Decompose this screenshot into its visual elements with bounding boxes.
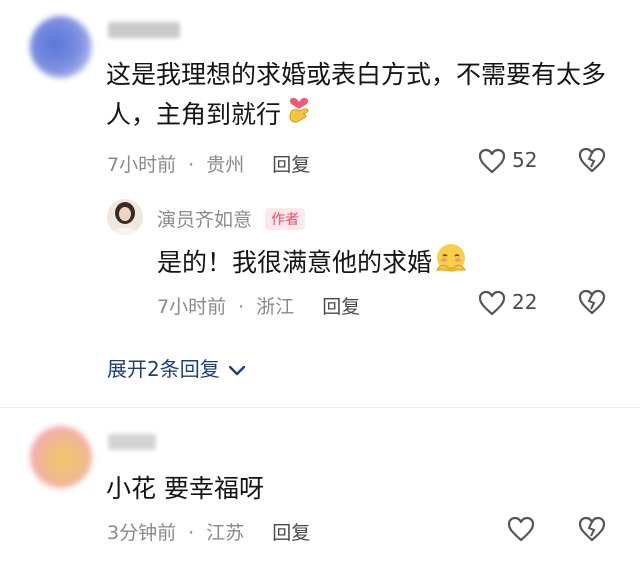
heart-hand-icon (285, 95, 313, 137)
location: 浙江 (256, 296, 295, 318)
heart-icon (478, 290, 506, 320)
heart-icon (507, 516, 535, 546)
author-badge: 作者 (265, 208, 306, 230)
location: 江苏 (206, 522, 245, 544)
comment-text: 小花 要幸福呀 (106, 469, 264, 509)
expand-replies-label: 展开2条回复 (107, 357, 220, 381)
separator: · (188, 154, 195, 176)
like-count: 52 (512, 148, 538, 172)
location: 贵州 (206, 154, 245, 176)
author-name[interactable]: 演员齐如意 (157, 209, 252, 231)
timestamp: 7小时前 (107, 154, 177, 176)
timestamp: 3分钟前 (107, 522, 177, 544)
username-blurred[interactable] (108, 22, 180, 38)
like-count: 22 (512, 290, 538, 314)
comment-text: 这是我理想的求婚或表白方式，不需要有太多人，主角到就行 (106, 55, 606, 137)
reply-button[interactable]: 回复 (322, 296, 360, 318)
dislike-button[interactable] (578, 289, 606, 319)
comment-body: 这是我理想的求婚或表白方式，不需要有太多人，主角到就行 (106, 60, 607, 129)
divider (0, 407, 640, 408)
reply-button[interactable]: 回复 (272, 522, 310, 544)
dislike-button[interactable] (578, 516, 606, 546)
separator: · (238, 296, 245, 318)
username-blurred[interactable] (108, 434, 156, 450)
chevron-down-icon (228, 359, 246, 383)
heart-icon (478, 148, 506, 178)
reply-author-line: 演员齐如意 作者 (157, 205, 306, 232)
comment-meta: 3分钟前 · 江苏 回复 (107, 518, 310, 545)
expand-replies-button[interactable]: 展开2条回复 (107, 353, 246, 383)
reply-body: 是的！我很满意他的求婚 (157, 248, 433, 277)
timestamp: 7小时前 (157, 296, 227, 318)
reply-meta: 7小时前 · 浙江 回复 (157, 292, 360, 319)
separator: · (188, 522, 195, 544)
reply-avatar[interactable] (107, 199, 143, 235)
like-button[interactable]: 22 (478, 289, 558, 319)
reply-text: 是的！我很满意他的求婚 (157, 242, 468, 286)
broken-heart-icon (578, 516, 606, 546)
avatar[interactable] (30, 426, 92, 488)
comment-body: 小花 要幸福呀 (106, 474, 264, 503)
broken-heart-icon (578, 289, 606, 319)
comment-meta: 7小时前 · 贵州 回复 (107, 150, 310, 177)
broken-heart-icon (578, 147, 606, 177)
shy-face-icon (434, 242, 468, 286)
like-button[interactable]: 52 (478, 147, 558, 177)
reply-button[interactable]: 回复 (272, 154, 310, 176)
dislike-button[interactable] (578, 147, 606, 177)
avatar[interactable] (30, 16, 92, 78)
like-button[interactable] (507, 516, 535, 546)
